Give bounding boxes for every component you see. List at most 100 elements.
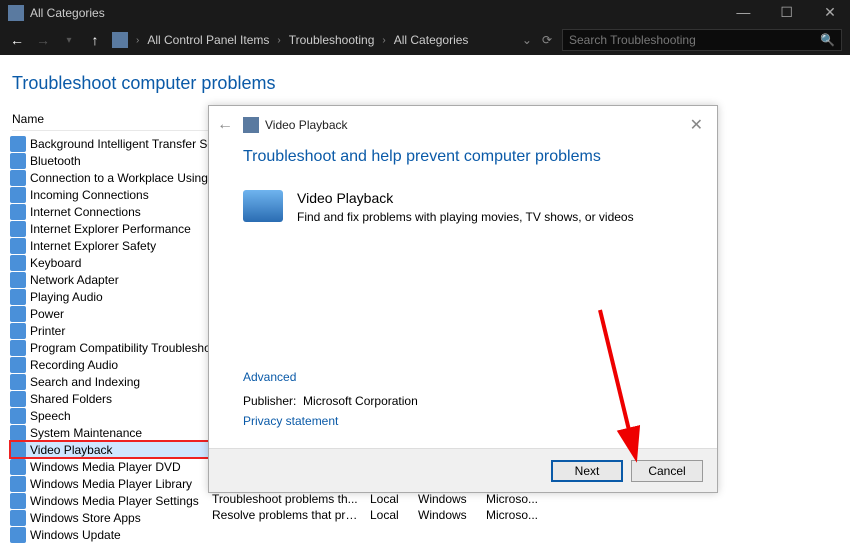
list-item[interactable]: Program Compatibility Troubleshooter bbox=[10, 339, 215, 356]
item-label: Search and Indexing bbox=[30, 375, 140, 389]
chevron-right-icon: › bbox=[136, 35, 139, 46]
item-label: Shared Folders bbox=[30, 392, 112, 406]
item-label: Background Intelligent Transfer Service bbox=[30, 137, 215, 151]
list-item[interactable]: Power bbox=[10, 305, 215, 322]
item-label: Network Adapter bbox=[30, 273, 119, 287]
app-icon bbox=[8, 5, 24, 21]
dialog-header: ← Video Playback ✕ bbox=[209, 106, 717, 144]
list-item[interactable]: Windows Media Player Settings bbox=[10, 492, 215, 509]
list-item[interactable]: Playing Audio bbox=[10, 288, 215, 305]
publisher-line: Publisher: Microsoft Corporation bbox=[243, 394, 418, 408]
item-icon bbox=[10, 170, 26, 186]
table-cell: Local bbox=[370, 492, 410, 508]
item-icon bbox=[10, 272, 26, 288]
breadcrumb-item[interactable]: All Control Panel Items bbox=[147, 33, 269, 47]
dialog-item-title: Video Playback bbox=[297, 190, 634, 206]
close-icon[interactable]: ✕ bbox=[810, 0, 850, 25]
titlebar: All Categories — ☐ ✕ bbox=[0, 0, 850, 25]
history-dropdown-icon[interactable]: ▾ bbox=[60, 35, 78, 46]
item-label: Internet Explorer Safety bbox=[30, 239, 156, 253]
list-item[interactable]: System Maintenance bbox=[10, 424, 215, 441]
minimize-icon[interactable]: — bbox=[723, 0, 763, 25]
list-item[interactable]: Connection to a Workplace Using Dire... bbox=[10, 169, 215, 186]
list-item[interactable]: Speech bbox=[10, 407, 215, 424]
list-item[interactable]: Keyboard bbox=[10, 254, 215, 271]
item-label: Windows Media Player Settings bbox=[30, 494, 199, 508]
window-controls: — ☐ ✕ bbox=[723, 0, 850, 25]
table-row[interactable]: Resolve problems that pre...LocalWindows… bbox=[212, 508, 546, 524]
list-item[interactable]: Background Intelligent Transfer Service bbox=[10, 135, 215, 152]
dialog-title: Troubleshoot and help prevent computer p… bbox=[243, 148, 687, 166]
table-cell: Microso... bbox=[486, 508, 546, 524]
item-label: Windows Store Apps bbox=[30, 511, 141, 525]
list-item[interactable]: Video Playback bbox=[10, 441, 215, 458]
navbar: ← → ▾ ↑ › All Control Panel Items › Trou… bbox=[0, 25, 850, 55]
page-title: Troubleshoot computer problems bbox=[12, 73, 840, 94]
list-item[interactable]: Printer bbox=[10, 322, 215, 339]
item-icon bbox=[10, 153, 26, 169]
item-label: Printer bbox=[30, 324, 65, 338]
item-icon bbox=[10, 408, 26, 424]
item-label: Video Playback bbox=[30, 443, 113, 457]
table-cell: Resolve problems that pre... bbox=[212, 508, 362, 524]
item-icon bbox=[10, 187, 26, 203]
list-item[interactable]: Internet Explorer Safety bbox=[10, 237, 215, 254]
list-item[interactable]: Windows Update bbox=[10, 526, 215, 543]
cancel-button[interactable]: Cancel bbox=[631, 460, 703, 482]
table-cell: Microso... bbox=[486, 492, 546, 508]
column-header-name[interactable]: Name bbox=[12, 112, 212, 131]
table-cell: Windows bbox=[418, 492, 478, 508]
list-item[interactable]: Windows Media Player DVD bbox=[10, 458, 215, 475]
breadcrumb[interactable]: › All Control Panel Items › Troubleshoot… bbox=[112, 32, 468, 48]
list-item[interactable]: Search and Indexing bbox=[10, 373, 215, 390]
dialog-close-icon[interactable]: ✕ bbox=[684, 115, 709, 135]
item-icon bbox=[10, 442, 26, 458]
list-item[interactable]: Windows Store Apps bbox=[10, 509, 215, 526]
item-label: Playing Audio bbox=[30, 290, 103, 304]
breadcrumb-item[interactable]: All Categories bbox=[394, 33, 469, 47]
item-icon bbox=[10, 476, 26, 492]
back-icon[interactable]: ← bbox=[8, 32, 26, 48]
publisher-value: Microsoft Corporation bbox=[303, 394, 418, 408]
next-button[interactable]: Next bbox=[551, 460, 623, 482]
item-icon bbox=[10, 425, 26, 441]
breadcrumb-item[interactable]: Troubleshooting bbox=[289, 33, 375, 47]
dialog-header-icon bbox=[243, 117, 259, 133]
dialog-back-icon[interactable]: ← bbox=[217, 116, 233, 134]
details-grid: Troubleshoot problems th...LocalWindowsM… bbox=[212, 492, 546, 524]
search-placeholder: Search Troubleshooting bbox=[569, 33, 696, 47]
item-icon bbox=[10, 323, 26, 339]
advanced-link[interactable]: Advanced bbox=[243, 370, 418, 384]
list-item[interactable]: Internet Explorer Performance bbox=[10, 220, 215, 237]
refresh-icon[interactable]: ⟳ bbox=[542, 33, 552, 47]
list-item[interactable]: Network Adapter bbox=[10, 271, 215, 288]
list-item[interactable]: Internet Connections bbox=[10, 203, 215, 220]
item-icon bbox=[10, 136, 26, 152]
list-item[interactable]: Incoming Connections bbox=[10, 186, 215, 203]
item-label: Windows Update bbox=[30, 528, 121, 542]
item-label: Bluetooth bbox=[30, 154, 81, 168]
table-cell: Windows bbox=[418, 508, 478, 524]
list-item[interactable]: Shared Folders bbox=[10, 390, 215, 407]
item-label: Incoming Connections bbox=[30, 188, 149, 202]
privacy-link[interactable]: Privacy statement bbox=[243, 414, 418, 428]
item-icon bbox=[10, 340, 26, 356]
item-icon bbox=[10, 289, 26, 305]
item-icon bbox=[10, 493, 26, 509]
list-item[interactable]: Recording Audio bbox=[10, 356, 215, 373]
item-label: Program Compatibility Troubleshooter bbox=[30, 341, 215, 355]
list-item[interactable]: Bluetooth bbox=[10, 152, 215, 169]
forward-icon[interactable]: → bbox=[34, 32, 52, 48]
search-input[interactable]: Search Troubleshooting 🔍 bbox=[562, 29, 842, 51]
item-label: Windows Media Player DVD bbox=[30, 460, 181, 474]
table-row[interactable]: Troubleshoot problems th...LocalWindowsM… bbox=[212, 492, 546, 508]
path-dropdown-icon[interactable]: ⌄ bbox=[522, 33, 532, 47]
window-title: All Categories bbox=[30, 6, 105, 20]
item-icon bbox=[10, 238, 26, 254]
list-item[interactable]: Windows Media Player Library bbox=[10, 475, 215, 492]
dialog-header-title: Video Playback bbox=[265, 118, 348, 132]
maximize-icon[interactable]: ☐ bbox=[767, 0, 807, 25]
up-icon[interactable]: ↑ bbox=[86, 32, 104, 48]
item-icon bbox=[10, 255, 26, 271]
item-icon bbox=[10, 527, 26, 543]
